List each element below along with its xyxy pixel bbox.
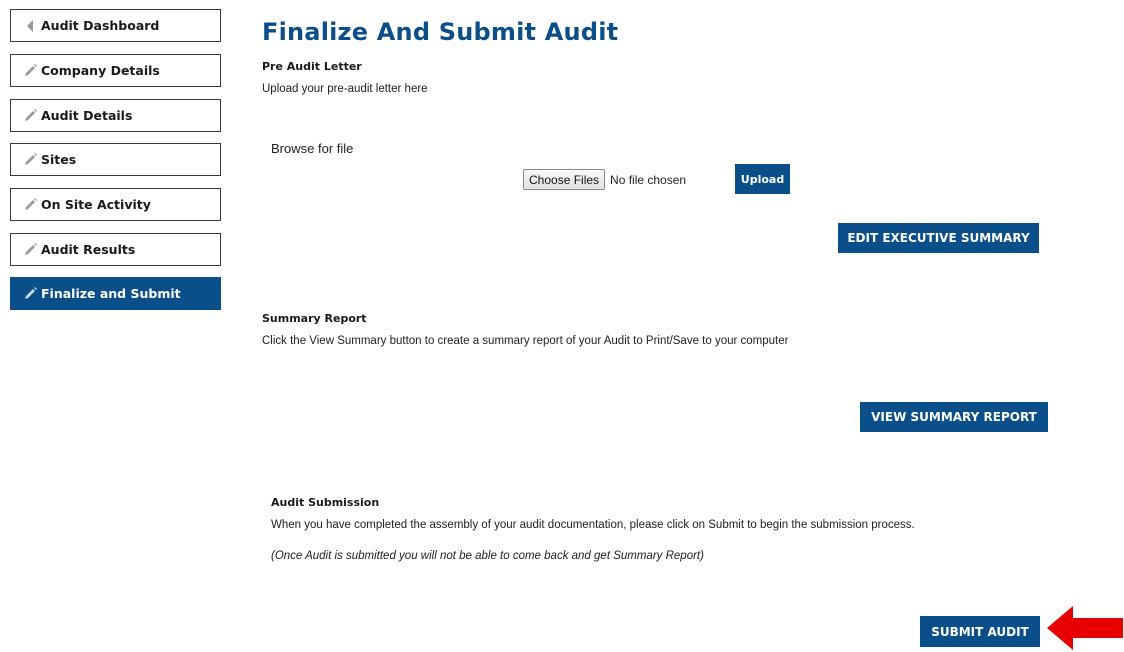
audit-submission-description: When you have completed the assembly of … (271, 519, 915, 531)
red-arrow-icon (1047, 606, 1123, 650)
sidebar-item-sites[interactable]: Sites (10, 143, 221, 176)
audit-submission-note: (Once Audit is submitted you will not be… (271, 550, 704, 562)
sidebar-item-label: On Site Activity (41, 197, 151, 212)
sidebar-item-audit-details[interactable]: Audit Details (10, 99, 221, 132)
edit-executive-summary-button[interactable]: EDIT EXECUTIVE SUMMARY (838, 223, 1039, 253)
choose-files-button[interactable]: Choose Files (523, 169, 606, 190)
sidebar-item-company-details[interactable]: Company Details (10, 54, 221, 87)
pencil-icon (23, 287, 37, 301)
submit-audit-button[interactable]: SUBMIT AUDIT (920, 616, 1040, 647)
upload-button[interactable]: Upload (735, 164, 790, 194)
sidebar-item-label: Finalize and Submit (41, 286, 181, 301)
pencil-icon (23, 64, 37, 78)
file-input: Choose Files No file chosen (523, 169, 686, 190)
pencil-icon (23, 109, 37, 123)
sidebar-item-label: Audit Details (41, 108, 133, 123)
sidebar-item-label: Company Details (41, 63, 160, 78)
sidebar-item-finalize-and-submit[interactable]: Finalize and Submit (10, 277, 221, 310)
pre-audit-heading: Pre Audit Letter (262, 60, 362, 73)
file-status-text: No file chosen (610, 172, 687, 187)
summary-report-description: Click the View Summary button to create … (262, 335, 789, 347)
sidebar-item-audit-results[interactable]: Audit Results (10, 233, 221, 266)
page-title: Finalize And Submit Audit (262, 18, 619, 46)
pre-audit-description: Upload your pre-audit letter here (262, 83, 428, 95)
browse-label: Browse for file (271, 141, 354, 156)
pencil-icon (23, 243, 37, 257)
sidebar-item-label: Audit Dashboard (41, 18, 160, 33)
audit-submission-heading: Audit Submission (271, 496, 380, 509)
sidebar-item-label: Audit Results (41, 242, 136, 257)
sidebar-item-on-site-activity[interactable]: On Site Activity (10, 188, 221, 221)
sidebar-item-audit-dashboard[interactable]: Audit Dashboard (10, 9, 221, 42)
pencil-icon (23, 198, 37, 212)
view-summary-report-button[interactable]: VIEW SUMMARY REPORT (860, 402, 1048, 432)
pencil-icon (23, 153, 37, 167)
chevron-left-icon (23, 19, 37, 33)
sidebar-item-label: Sites (41, 152, 77, 167)
summary-report-heading: Summary Report (262, 312, 367, 325)
